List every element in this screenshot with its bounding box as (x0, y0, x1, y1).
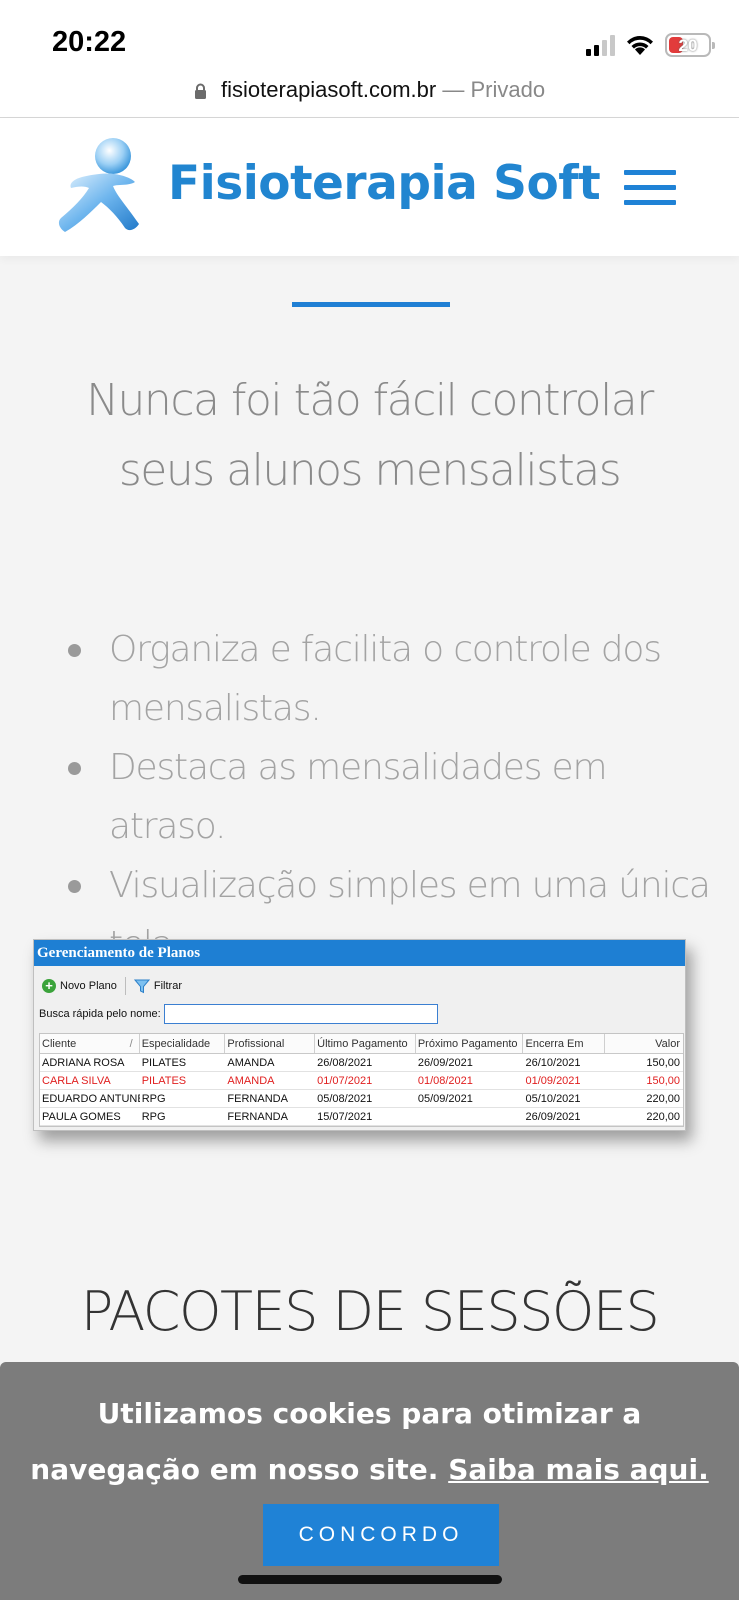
status-bar: 20:22 20 (0, 0, 739, 72)
app-window-title: Gerenciamento de Planos (34, 940, 685, 966)
bullet-icon (68, 880, 81, 893)
cookie-banner: Utilizamos cookies para otimizar a naveg… (0, 1362, 739, 1600)
filter-icon (133, 979, 150, 993)
bullet-icon (68, 762, 81, 775)
status-time: 20:22 (52, 26, 127, 58)
quick-search-input (163, 1004, 438, 1024)
column-header: Próximo Pagamento (416, 1034, 524, 1053)
battery-level: 20 (678, 36, 698, 55)
filter-button: Filtrar (133, 979, 182, 994)
signal-icon (586, 34, 615, 56)
column-header: Especialidade (140, 1034, 226, 1053)
address-bar[interactable]: fisioterapiasoft.com.br — Privado (0, 72, 739, 118)
cookie-message: Utilizamos cookies para otimizar a naveg… (30, 1397, 709, 1486)
section-divider (292, 302, 450, 307)
logo-runner-icon[interactable] (55, 128, 145, 246)
cookie-more-link[interactable]: Saiba mais aqui. (448, 1453, 709, 1486)
column-header: Último Pagamento (315, 1034, 416, 1053)
table-row: ADRIANA ROSA PILATES AMANDA 26/08/2021 26/09… (40, 1054, 683, 1072)
quick-search: Busca rápida pelo nome: (39, 1004, 438, 1024)
feature-item: Organiza e facilita o controle dos mensa… (60, 620, 720, 738)
plans-table: Cliente / Especialidade Profissional Últi… (39, 1033, 684, 1127)
home-indicator[interactable] (238, 1575, 502, 1584)
url-domain: fisioterapiasoft.com.br (221, 77, 437, 102)
privacy-label: — Privado (442, 77, 546, 102)
accept-cookies-button[interactable]: CONCORDO (263, 1504, 499, 1566)
feature-list: Organiza e facilita o controle dos mensa… (60, 620, 720, 974)
column-header: Profissional (225, 1034, 316, 1053)
bullet-icon (68, 644, 81, 657)
hamburger-menu-icon[interactable] (624, 170, 676, 208)
table-header: Cliente / Especialidade Profissional Últi… (40, 1034, 683, 1054)
feature-item: Destaca as mensalidades em atraso. (60, 738, 720, 856)
plans-management-screenshot: Gerenciamento de Planos + Novo Plano Fil… (33, 939, 686, 1131)
site-name[interactable]: Fisioterapia Soft (168, 156, 601, 211)
plus-icon: + (42, 979, 56, 993)
wifi-icon (627, 36, 653, 55)
column-header: Valor (655, 1038, 680, 1050)
app-toolbar: + Novo Plano Filtrar (42, 976, 182, 996)
table-row: EDUARDO ANTUNESRPGFERNANDA05/08/202105/0… (40, 1090, 683, 1108)
table-row: PAULA GOMES RPG FERNANDA 15/07/2021 26/09/20… (40, 1108, 683, 1126)
section-title: PACOTES DE SESSÕES (80, 1280, 660, 1343)
status-icons: 20 (586, 30, 715, 60)
new-plan-button: + Novo Plano (42, 979, 117, 993)
battery-icon: 20 (665, 33, 715, 57)
column-header: Cliente / (40, 1034, 140, 1053)
quick-search-label: Busca rápida pelo nome: (39, 1008, 161, 1020)
headline: Nunca foi tão fácil controlar seus aluno… (86, 375, 654, 496)
lock-icon (194, 83, 206, 99)
table-row-late: CARLA SILVA PILATES AMANDA 01/07/2021 01/08/… (40, 1072, 683, 1090)
column-header: Encerra Em (523, 1034, 606, 1053)
